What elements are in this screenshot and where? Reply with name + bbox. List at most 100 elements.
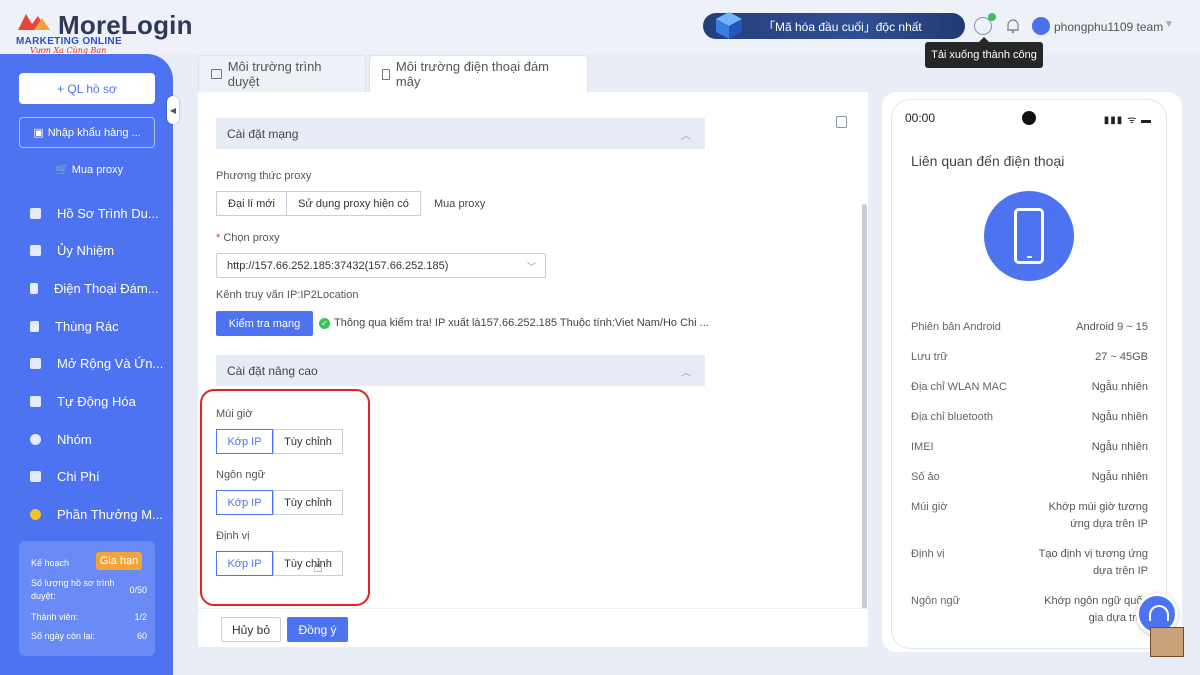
sidebar-item-label: Mở Rộng Và Ứn... — [57, 355, 164, 371]
import-button[interactable]: ▣ Nhập khẩu hàng ... — [19, 117, 155, 148]
section-title: Cài đặt nâng cao — [227, 363, 318, 378]
ip-channel-label: Kênh truy vấn IP:IP2Location — [216, 289, 359, 301]
sidebar-item-label: Tự Động Hóa — [57, 393, 136, 409]
spec-value: Ngẫu nhiên — [1091, 411, 1148, 423]
plan-row-key: Số lượng hồ sơ trình duyệt: — [31, 578, 115, 601]
app-logo[interactable]: MoreLogin MARKETING ONLINE Vươn Xa Cùng … — [14, 8, 192, 55]
tab-label: Môi trường điện thoại đám mây — [395, 59, 550, 89]
plan-row: Số ngày còn lại: 60 — [31, 631, 147, 641]
proxy-select-value: http://157.66.252.185:37432(157.66.252.1… — [227, 259, 449, 272]
existing-proxy-option[interactable]: Sử dụng proxy hiện có — [287, 191, 421, 216]
sidebar: + QL hồ sơ ▣ Nhập khẩu hàng ... 🛒 Mua pr… — [0, 54, 173, 675]
plan-row-value: 0/50 — [129, 585, 147, 595]
phone-icon — [382, 68, 390, 80]
form-scrollbar[interactable] — [862, 204, 867, 609]
proxy-method-label: Phương thức proxy — [216, 170, 312, 182]
browser-icon — [211, 69, 222, 79]
plan-row-value: 1/2 — [134, 612, 147, 622]
spec-label: Phiên bản Android — [911, 321, 1001, 333]
spec-label: Địa chỉ bluetooth — [911, 411, 993, 423]
sidebar-item-label: Chi Phí — [57, 468, 100, 484]
cancel-button[interactable]: Hủy bỏ — [221, 617, 281, 642]
bell-icon[interactable] — [1004, 17, 1022, 35]
import-label: Nhập khẩu hàng ... — [47, 126, 141, 139]
signal-wifi-battery-icon: ▮▮▮ ᯤ ▬ — [1103, 115, 1152, 126]
spec-label: Số ảo — [911, 471, 940, 483]
avatar[interactable] — [1032, 17, 1050, 35]
plan-row: Thành viên: 1/2 — [31, 612, 147, 622]
spec-value: Ngẫu nhiên — [1091, 381, 1148, 393]
spec-label: Ngôn ngữ — [911, 595, 960, 607]
sidebar-item-automation[interactable]: Tự Động Hóa — [30, 390, 136, 412]
plan-row-value: 60 — [136, 631, 147, 641]
sidebar-item-extensions[interactable]: Mở Rộng Và Ứn... — [30, 352, 163, 374]
spec-value: Android 9 ~ 15 — [1076, 321, 1148, 333]
choose-proxy-label: * Chọn proxy — [216, 232, 280, 244]
new-agent-option[interactable]: Đại lí mới — [216, 191, 287, 216]
phone-mockup: 00:00 ▮▮▮ ᯤ ▬ Liên quan đến điện thoại P… — [892, 100, 1166, 648]
tab-label: Môi trường trình duyệt — [227, 59, 322, 89]
tooltip: Tải xuống thành công — [925, 37, 1043, 68]
import-icon: ▣ — [33, 127, 44, 139]
sidebar-item-browser-profiles[interactable]: Hồ Sơ Trình Du... — [30, 202, 159, 224]
hand-cursor-icon: ☝ — [313, 559, 323, 576]
tab-browser-environment[interactable]: Môi trường trình duyệt — [198, 55, 366, 92]
renew-button[interactable]: Gia hạn — [96, 552, 142, 570]
buy-proxy-link[interactable]: 🛒 Mua proxy — [55, 163, 123, 176]
plan-row-key: Thành viên: — [31, 612, 79, 622]
sidebar-item-cloud-phone[interactable]: Điện Thoại Đám... — [30, 277, 159, 299]
extension-icon — [30, 357, 41, 369]
sidebar-item-rewards[interactable]: Phần Thưởng M... — [30, 503, 163, 525]
trash-icon — [30, 320, 39, 332]
sidebar-item-label: Ủy Nhiệm — [57, 242, 115, 258]
phone-clock: 00:00 — [905, 111, 936, 125]
advanced-settings-header[interactable]: Cài đặt nâng cao ︿ — [216, 355, 705, 386]
promo-cube-icon — [716, 12, 742, 39]
chevron-up-icon[interactable]: ︿ — [681, 127, 691, 142]
sidebar-collapse-handle[interactable]: ◀ — [167, 96, 179, 124]
tab-cloud-phone-environment[interactable]: Môi trường điện thoại đám mây — [369, 55, 588, 92]
phone-preview-panel: 00:00 ▮▮▮ ᯤ ▬ Liên quan đến điện thoại P… — [882, 92, 1182, 652]
sidebar-item-label: Thùng Rác — [55, 318, 119, 334]
reward-icon — [30, 508, 41, 520]
check-result-text: Thông qua kiểm tra! IP xuất là157.66.252… — [334, 317, 709, 329]
sidebar-item-label: Nhóm — [57, 431, 92, 447]
sidebar-item-group[interactable]: Nhóm — [30, 428, 92, 450]
spec-value: 27 ~ 45GB — [1095, 351, 1148, 363]
buy-proxy-link[interactable]: Mua proxy — [434, 198, 485, 210]
group-icon — [30, 433, 41, 445]
spec-value: Khớp ngôn ngữ quốc gia dựa trên — [1044, 595, 1148, 624]
confirm-button[interactable]: Đồng ý — [287, 617, 348, 642]
proxy-method-selector: Đại lí mới Sử dụng proxy hiện có — [216, 191, 421, 216]
chevron-up-icon[interactable]: ︿ — [681, 364, 691, 379]
download-status-dot — [988, 13, 996, 21]
check-circle-icon: ✓ — [319, 317, 330, 329]
sidebar-item-trash[interactable]: Thùng Rác — [30, 315, 119, 337]
promo-banner[interactable]: 「Mã hóa đầu cuối」độc nhất — [703, 12, 965, 39]
check-result: ✓ Thông qua kiểm tra! IP xuất là157.66.2… — [319, 317, 709, 329]
choose-proxy-text: Chọn proxy — [223, 232, 280, 244]
plan-row-key: Số ngày còn lại: — [31, 631, 96, 641]
sidebar-item-label: Hồ Sơ Trình Du... — [57, 205, 159, 221]
plan-card: Kế hoạch Gia hạn Số lượng hồ sơ trình du… — [19, 541, 155, 656]
chevron-down-icon[interactable]: ▼ — [1164, 19, 1174, 30]
proxy-select[interactable]: http://157.66.252.185:37432(157.66.252.1… — [216, 253, 546, 278]
plan-title: Kế hoạch — [31, 558, 70, 568]
plan-row: Số lượng hồ sơ trình duyệt: 0/50 — [31, 577, 147, 603]
network-settings-header[interactable]: Cài đặt mạng ︿ — [216, 118, 705, 149]
sidebar-item-cost[interactable]: Chi Phí — [30, 465, 100, 487]
highlight-annotation — [200, 389, 370, 606]
spec-value: Ngẫu nhiên — [1091, 441, 1148, 453]
check-network-button[interactable]: Kiểm tra mạng — [216, 311, 313, 336]
spec-label: Định vị — [911, 548, 945, 560]
chevron-down-icon: ﹀ — [526, 262, 536, 272]
spec-value: Ngẫu nhiên — [1091, 471, 1148, 483]
sidebar-item-label: Phần Thưởng M... — [57, 506, 163, 522]
new-profile-button[interactable]: + QL hồ sơ — [19, 73, 155, 104]
spec-value: Tạo định vị tương ứng dựa trên IP — [1038, 548, 1148, 577]
delegate-icon — [30, 244, 41, 256]
username[interactable]: phongphu1109 team — [1054, 20, 1163, 34]
section-title: Cài đặt mạng — [227, 126, 299, 141]
copy-icon[interactable] — [836, 116, 847, 128]
sidebar-item-delegation[interactable]: Ủy Nhiệm — [30, 239, 114, 261]
